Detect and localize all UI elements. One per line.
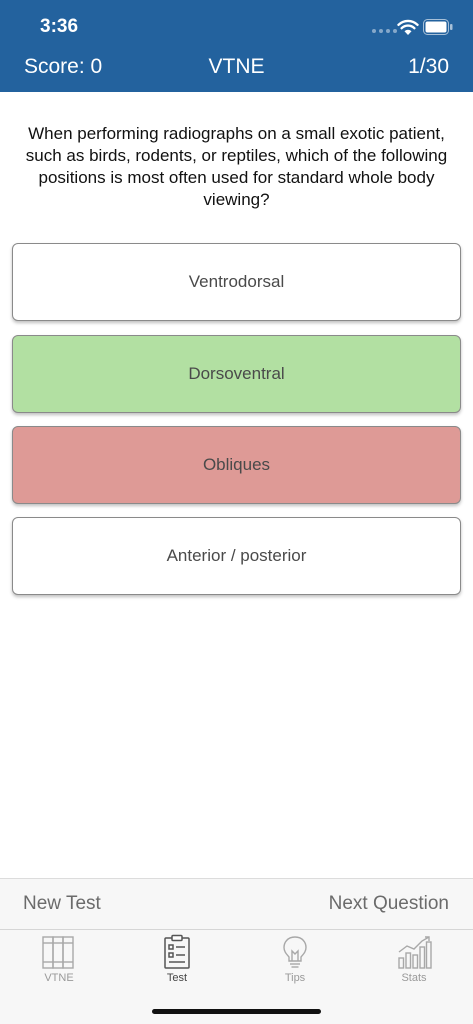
tab-label: Test [166, 972, 188, 984]
bar-chart-icon [398, 936, 432, 969]
page-title: VTNE [208, 55, 265, 78]
new-test-button[interactable]: New Test [23, 893, 101, 915]
header: 3:36 Score: 0 VTNE 1/30 [0, 0, 473, 92]
lightbulb-icon [283, 936, 307, 968]
clipboard-icon [164, 934, 190, 969]
tab-vtne[interactable]: VTNE [0, 934, 118, 990]
answer-option-3-incorrect[interactable]: Obliques [12, 426, 461, 504]
home-indicator [152, 1009, 321, 1014]
status-time: 3:36 [40, 16, 79, 37]
cellular-signal-icon [372, 29, 397, 33]
next-question-button[interactable]: Next Question [329, 893, 449, 915]
answer-option-4[interactable]: Anterior / posterior [12, 517, 461, 595]
tab-label: Stats [401, 972, 427, 984]
tab-label: Tips [284, 972, 306, 984]
answer-option-2-correct[interactable]: Dorsoventral [12, 335, 461, 413]
wifi-icon [397, 19, 419, 35]
question-progress: 1/30 [408, 55, 449, 78]
tab-test[interactable]: Test [118, 934, 236, 990]
tab-label: VTNE [44, 972, 74, 984]
action-bar: New Test Next Question [0, 878, 473, 929]
battery-icon [423, 19, 453, 35]
nav-row: Score: 0 VTNE 1/30 [0, 52, 473, 84]
tab-tips[interactable]: Tips [236, 934, 354, 990]
question-text: When performing radiographs on a small e… [25, 124, 448, 209]
answer-option-1[interactable]: Ventrodorsal [12, 243, 461, 321]
tab-stats[interactable]: Stats [355, 934, 473, 990]
quiz-screen: 3:36 Score: 0 VTNE 1/30 When performing … [0, 0, 473, 1024]
books-icon [42, 936, 74, 969]
